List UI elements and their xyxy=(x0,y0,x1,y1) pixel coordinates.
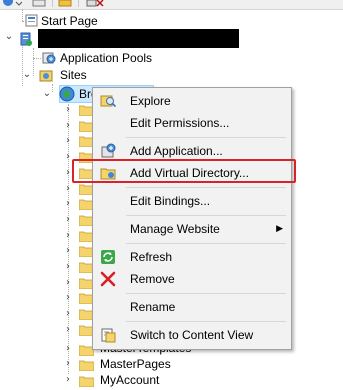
folder-expander-icon[interactable]: › xyxy=(63,324,73,336)
application-pools-icon xyxy=(41,50,57,66)
menu-label: Refresh xyxy=(130,250,173,264)
folder-expander-icon[interactable]: › xyxy=(63,230,73,242)
menu-label: Explore xyxy=(130,94,171,108)
annotation-highlight-box xyxy=(72,159,296,183)
tree-application-pools[interactable]: Application Pools xyxy=(60,50,152,66)
menu-item-refresh[interactable]: Refresh xyxy=(93,246,291,268)
folder-expander-icon[interactable]: › xyxy=(63,292,73,304)
toolbar-separator xyxy=(52,0,53,7)
toolbar xyxy=(0,0,343,10)
folder-icon[interactable] xyxy=(58,0,72,7)
menu-label: Remove xyxy=(130,272,175,286)
toolbar-separator xyxy=(78,0,79,7)
menu-separator xyxy=(126,187,286,188)
server-expander-icon[interactable]: ⌄ xyxy=(4,31,14,43)
menu-item-manage-website[interactable]: Manage Website ▶ xyxy=(93,218,291,240)
tree-item-my-account[interactable]: MyAccount xyxy=(100,372,159,388)
globe-icon xyxy=(59,86,75,102)
sites-icon xyxy=(38,68,54,84)
context-menu: Explore Edit Permissions... Add Applicat… xyxy=(92,87,292,350)
menu-label: Edit Permissions... xyxy=(130,116,230,130)
folder-icon xyxy=(78,360,95,372)
menu-separator xyxy=(126,215,286,216)
folder-expander-icon[interactable]: › xyxy=(63,277,73,289)
start-page-icon xyxy=(24,13,40,29)
menu-label: Rename xyxy=(130,300,176,314)
folder-expander-icon[interactable]: › xyxy=(63,104,73,116)
menu-label: Switch to Content View xyxy=(130,328,254,342)
menu-item-rename[interactable]: Rename xyxy=(93,296,291,318)
menu-item-switch-to-content-view[interactable]: Switch to Content View xyxy=(93,324,291,346)
folder-expander-icon[interactable]: › xyxy=(63,343,73,355)
menu-separator xyxy=(126,321,286,322)
site-expander-icon[interactable]: ⌄ xyxy=(42,88,52,100)
remove-icon xyxy=(100,271,116,287)
server-icon xyxy=(18,31,34,47)
add-application-icon xyxy=(101,143,116,158)
folder-expander-icon[interactable]: › xyxy=(63,214,73,226)
menu-separator xyxy=(126,243,286,244)
folder-expander-icon[interactable]: › xyxy=(63,183,73,195)
back-icon[interactable] xyxy=(2,0,22,7)
tree-item-master-pages[interactable]: MasterPages xyxy=(100,356,171,372)
folder-expander-icon[interactable]: › xyxy=(63,308,73,320)
folder-expander-icon[interactable]: › xyxy=(63,374,73,386)
folder-expander-icon[interactable]: › xyxy=(63,261,73,273)
folder-expander-icon[interactable]: › xyxy=(63,358,73,370)
menu-separator xyxy=(126,293,286,294)
folder-expander-icon[interactable]: › xyxy=(63,198,73,210)
sites-expander-icon[interactable]: ⌄ xyxy=(22,69,32,81)
menu-label: Edit Bindings... xyxy=(130,194,211,208)
menu-item-edit-bindings[interactable]: Edit Bindings... xyxy=(93,190,291,212)
connect-icon[interactable] xyxy=(86,0,104,7)
menu-item-edit-permissions[interactable]: Edit Permissions... xyxy=(93,112,291,134)
content-view-icon xyxy=(101,328,116,343)
menu-label: Manage Website xyxy=(130,222,220,236)
server-name-redacted xyxy=(38,29,239,48)
folder-expander-icon[interactable]: › xyxy=(63,120,73,132)
save-icon[interactable] xyxy=(32,0,46,7)
folder-icon xyxy=(78,376,95,388)
submenu-arrow-icon: ▶ xyxy=(276,224,283,234)
menu-separator xyxy=(126,137,286,138)
menu-item-explore[interactable]: Explore xyxy=(93,90,291,112)
tree-start-page[interactable]: Start Page xyxy=(41,13,98,29)
menu-item-remove[interactable]: Remove xyxy=(93,268,291,290)
refresh-icon xyxy=(101,250,115,264)
folder-expander-icon[interactable]: › xyxy=(63,135,73,147)
folder-expander-icon[interactable]: › xyxy=(63,245,73,257)
tree-sites[interactable]: Sites xyxy=(60,67,87,83)
explore-icon xyxy=(100,95,116,108)
